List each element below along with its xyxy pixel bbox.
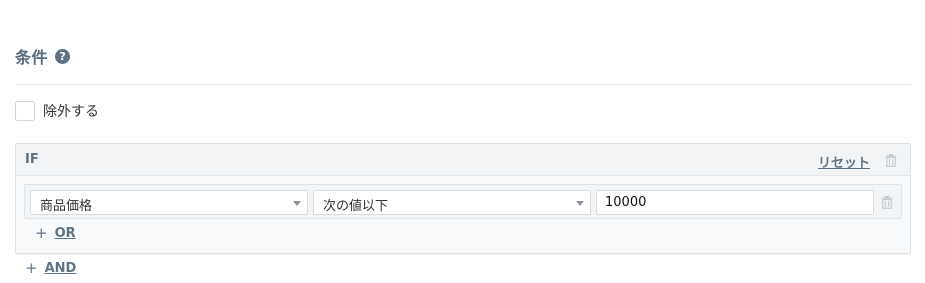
section-header: 条件 ? [15,44,71,68]
exclude-checkbox[interactable] [15,101,35,121]
exclude-label: 除外する [43,104,99,120]
exclude-option[interactable]: 除外する [15,101,99,121]
condition-row: 商品価格 次の値以下 [24,184,902,219]
help-icon[interactable]: ? [55,48,71,64]
caret-down-icon [293,201,301,206]
if-label: IF [25,152,39,167]
add-and-label: AND [44,261,77,276]
operator-select[interactable]: 次の値以下 [313,190,591,215]
if-header: IF リセット [16,144,910,176]
delete-condition-trash-icon[interactable] [881,196,893,209]
operator-select-value: 次の値以下 [323,199,389,214]
add-and-button[interactable]: + AND [25,259,77,277]
caret-down-icon [576,201,584,206]
add-or-button[interactable]: + OR [35,224,76,242]
plus-icon: + [35,224,48,242]
divider [15,84,911,85]
delete-group-trash-icon[interactable] [885,154,897,167]
plus-icon: + [25,259,38,277]
value-input[interactable] [596,190,874,215]
if-condition-group: IF リセット 商品価格 次の値以下 + OR [15,143,911,254]
add-or-label: OR [54,226,76,241]
field-select-value: 商品価格 [40,199,93,214]
reset-link[interactable]: リセット [818,152,870,171]
field-select[interactable]: 商品価格 [30,190,308,215]
section-title: 条件 [15,48,49,67]
